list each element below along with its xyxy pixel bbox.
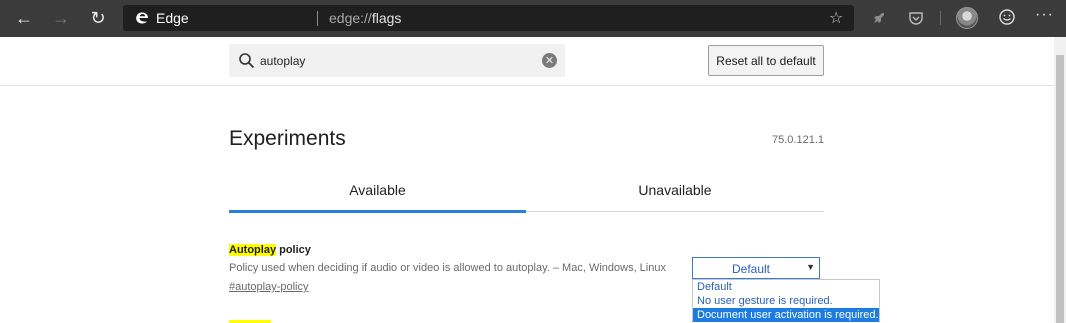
tab-unavailable[interactable]: Unavailable xyxy=(526,182,824,198)
search-input[interactable] xyxy=(260,51,530,71)
option-no-user-gesture[interactable]: No user gesture is required. xyxy=(693,294,879,308)
toolbar-divider xyxy=(940,11,941,25)
extension-rocket-icon[interactable] xyxy=(869,8,889,28)
url-text[interactable]: edge://flags xyxy=(329,10,401,26)
back-arrow-icon[interactable]: ← xyxy=(12,7,36,29)
favorite-star-icon[interactable]: ☆ xyxy=(829,8,843,28)
search-icon xyxy=(238,52,256,70)
feedback-smiley-icon[interactable] xyxy=(997,7,1017,27)
tab-available[interactable]: Available xyxy=(229,182,526,198)
flag-permalink[interactable]: #autoplay-policy xyxy=(229,281,309,293)
profile-avatar[interactable] xyxy=(956,7,978,29)
flag-description: Policy used when deciding if audio or vi… xyxy=(229,262,666,274)
reset-all-button[interactable]: Reset all to default xyxy=(708,45,824,76)
select-dropdown-list: Default No user gesture is required. Doc… xyxy=(692,279,880,323)
edge-logo-icon xyxy=(133,9,151,27)
flags-search-header: ✕ Reset all to default xyxy=(0,37,1054,86)
version-label: 75.0.121.1 xyxy=(772,134,824,146)
search-box: ✕ xyxy=(229,44,565,77)
flag-title: Autoplay policy xyxy=(229,244,311,256)
edge-brand-label: Edge xyxy=(156,10,189,26)
more-menu-icon[interactable]: ··· xyxy=(1035,6,1054,24)
option-default[interactable]: Default xyxy=(693,280,879,294)
option-document-user-activation[interactable]: Document user activation is required. xyxy=(693,308,879,322)
browser-toolbar: ← → ↻ Edge edge://flags ☆ ··· xyxy=(0,0,1066,37)
active-tab-indicator xyxy=(229,210,526,213)
forward-arrow-icon[interactable]: → xyxy=(49,7,73,29)
page-title: Experiments xyxy=(229,127,346,150)
address-bar[interactable]: Edge edge://flags ☆ xyxy=(123,5,854,31)
address-separator xyxy=(317,11,318,26)
flag-policy-select[interactable]: Default ▼ xyxy=(692,257,820,279)
scrollbar-thumb[interactable] xyxy=(1056,55,1064,323)
select-value: Default xyxy=(731,262,771,276)
chevron-down-icon: ▼ xyxy=(806,262,815,272)
clear-search-icon[interactable]: ✕ xyxy=(542,53,557,68)
page-scrollbar[interactable] xyxy=(1054,37,1066,323)
refresh-icon[interactable]: ↻ xyxy=(86,7,110,29)
pocket-icon[interactable] xyxy=(906,8,926,28)
